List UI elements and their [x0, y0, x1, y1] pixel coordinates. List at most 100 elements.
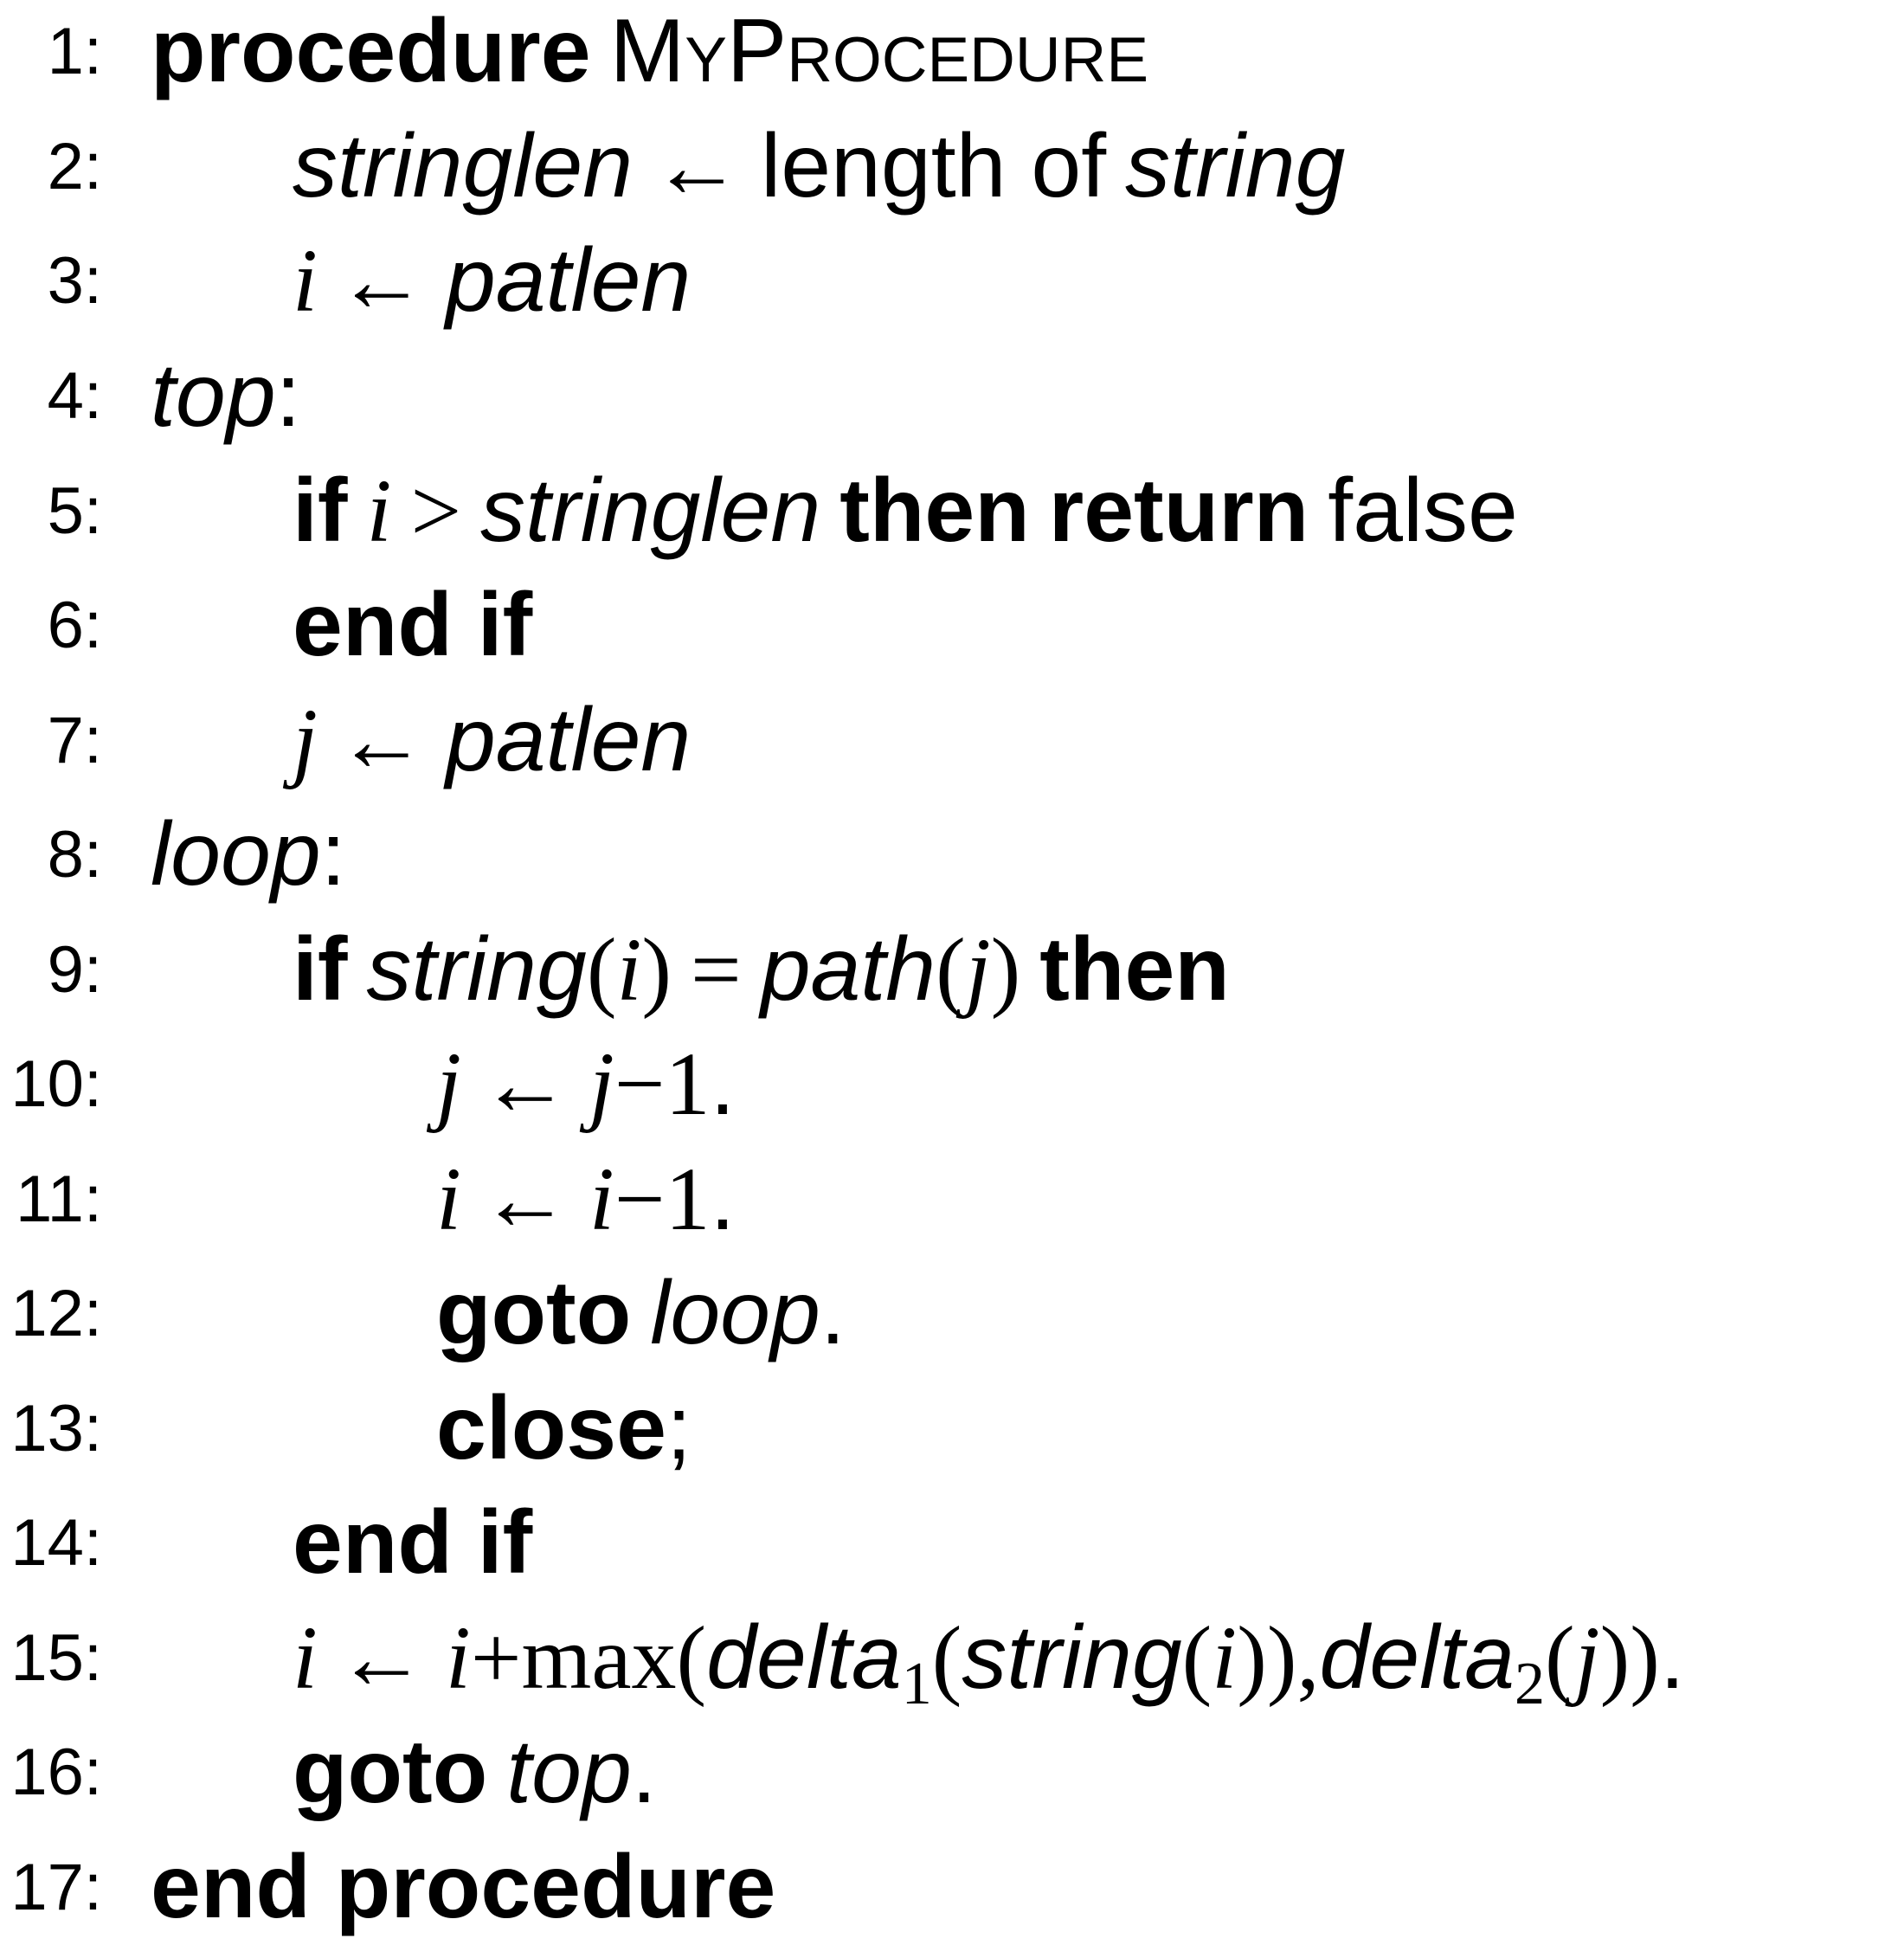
var-path: path	[760, 919, 936, 1020]
keyword-goto: goto	[293, 1722, 488, 1822]
keyword-if: if	[293, 460, 348, 561]
line-number: 15:	[10, 1621, 102, 1695]
algorithm-line-14: 14: end if	[0, 1485, 1904, 1600]
paren: (	[936, 920, 966, 1020]
var-j: j	[1574, 1608, 1600, 1708]
var-i: i	[445, 1608, 471, 1708]
algorithm-line-17: 17: end procedure	[0, 1830, 1904, 1945]
subscript-1: 1	[901, 1651, 932, 1717]
line-number: 2:	[47, 130, 102, 203]
assign-arrow: ←	[652, 117, 743, 216]
line-number: 9:	[47, 933, 102, 1007]
label-top: top	[151, 345, 276, 446]
keyword-goto: goto	[436, 1263, 632, 1363]
line-number: 8:	[47, 818, 102, 892]
keyword-return: return	[1048, 460, 1309, 561]
line-number: 4:	[47, 359, 102, 433]
paren: (	[1181, 1608, 1213, 1708]
algorithm-line-3: 3: i ← patlen	[0, 223, 1904, 338]
paren: )	[1237, 1608, 1267, 1708]
var-patlen: patlen	[445, 230, 691, 331]
var-string: string	[1125, 116, 1346, 216]
line-code: i ← i+max(delta1(string(i)),delta2(j)).	[293, 1600, 1685, 1726]
keyword-end-procedure: end procedure	[151, 1837, 776, 1937]
paren: )	[1599, 1608, 1631, 1708]
colon: :	[320, 804, 346, 905]
algorithm-line-10: 10: j ← j−1.	[0, 1027, 1904, 1142]
period: .	[710, 1034, 736, 1134]
keyword-procedure: procedure	[151, 1, 591, 101]
paren: (	[676, 1608, 707, 1708]
algorithm-line-11: 11: i ← i−1.	[0, 1142, 1904, 1257]
assign-arrow: ←	[336, 1608, 427, 1708]
label-loop: loop	[151, 804, 321, 905]
line-number: 6:	[47, 589, 102, 662]
line-code: end procedure	[151, 1830, 775, 1945]
var-patlen: patlen	[445, 690, 691, 790]
line-code: loop:	[151, 797, 346, 912]
paren: (	[1545, 1608, 1575, 1708]
assign-arrow: ←	[479, 1034, 570, 1134]
label-loop: loop	[650, 1263, 820, 1363]
keyword-then: then	[1039, 919, 1230, 1020]
colon: :	[275, 345, 301, 446]
line-number: 12:	[10, 1277, 102, 1350]
line-code: goto top.	[293, 1715, 657, 1830]
paren: )	[990, 920, 1021, 1020]
assign-arrow: ←	[336, 231, 427, 331]
line-number: 10:	[10, 1047, 102, 1121]
algorithm-line-5: 5: if i > stringlen then return false	[0, 454, 1904, 569]
procedure-name: MyProcedure	[609, 1, 1149, 101]
algorithm-line-16: 16: goto top.	[0, 1715, 1904, 1830]
number-one: 1	[665, 1034, 711, 1134]
line-number: 14:	[10, 1506, 102, 1580]
algorithm-line-1: 1: procedure MyProcedure	[0, 0, 1904, 109]
paren: )	[1266, 1608, 1297, 1708]
keyword-then: then	[839, 460, 1030, 561]
period: .	[820, 1263, 846, 1363]
var-i: i	[1212, 1608, 1238, 1708]
paren: (	[931, 1608, 962, 1708]
paren: (	[586, 920, 617, 1020]
var-i: i	[436, 1150, 461, 1249]
keyword-end-if: end if	[293, 1492, 533, 1593]
keyword-end-if: end if	[293, 575, 533, 675]
algorithm-line-13: 13: close;	[0, 1371, 1904, 1486]
subscript-2: 2	[1515, 1651, 1546, 1717]
line-code: j ← patlen	[293, 683, 691, 798]
var-j: j	[589, 1034, 614, 1134]
line-number: 13:	[10, 1392, 102, 1465]
algorithm-line-4: 4: top:	[0, 338, 1904, 454]
var-delta: delta	[706, 1607, 902, 1708]
operator-eq: =	[691, 920, 742, 1020]
period: .	[631, 1722, 657, 1822]
line-number: 5:	[47, 474, 102, 548]
var-i: i	[616, 920, 642, 1020]
line-code: i ← patlen	[293, 223, 691, 338]
algorithm-line-9: 9: if string(i) = path(j) then	[0, 912, 1904, 1027]
operator-plus: +	[470, 1608, 522, 1708]
var-i: i	[293, 231, 318, 331]
comma: ,	[1296, 1608, 1320, 1708]
operator-minus: −	[614, 1150, 666, 1249]
line-code: procedure MyProcedure	[151, 0, 1148, 109]
line-code: end if	[293, 1485, 532, 1600]
assign-arrow: ←	[336, 691, 427, 790]
var-i: i	[589, 1150, 614, 1249]
var-stringlen: stringlen	[293, 116, 634, 216]
keyword-if: if	[293, 919, 348, 1020]
algorithm-line-6: 6: end if	[0, 568, 1904, 683]
line-code: if i > stringlen then return false	[293, 454, 1518, 569]
var-j: j	[293, 691, 318, 790]
algorithm-line-7: 7: j ← patlen	[0, 683, 1904, 798]
var-i: i	[366, 461, 392, 561]
operator-gt: >	[410, 461, 462, 561]
paren: )	[1630, 1608, 1660, 1708]
line-code: i ← i−1.	[436, 1142, 735, 1257]
var-string: string	[366, 919, 587, 1020]
line-number: 17:	[10, 1851, 102, 1924]
semicolon: ;	[666, 1378, 691, 1478]
var-delta: delta	[1319, 1607, 1515, 1708]
line-code: j ← j−1.	[436, 1027, 735, 1142]
line-code: if string(i) = path(j) then	[293, 912, 1230, 1027]
